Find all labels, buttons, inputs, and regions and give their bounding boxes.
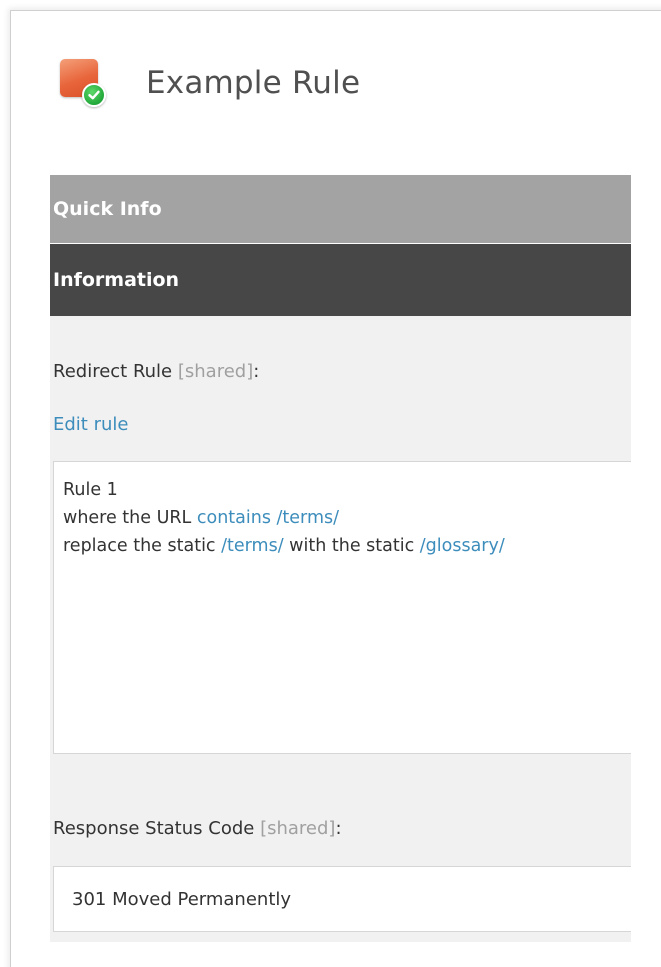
rule-action-line: replace the static /terms/ with the stat… <box>63 532 622 560</box>
condition-operator-link[interactable]: contains <box>197 508 271 528</box>
redirect-rule-icon <box>60 58 106 107</box>
label-colon: : <box>335 818 342 839</box>
rule-name: Rule 1 <box>63 480 118 500</box>
rule-condition-line: where the URL contains /terms/ <box>63 504 622 532</box>
page-title: Example Rule <box>146 64 361 101</box>
check-badge-icon <box>82 82 106 107</box>
redirect-rule-label-text: Redirect Rule <box>53 361 173 382</box>
action-prefix: replace the static <box>63 536 222 556</box>
shared-tag: [shared] <box>260 818 336 839</box>
action-mid: with the static <box>283 536 420 556</box>
information-section-header[interactable]: Information <box>50 244 631 316</box>
condition-prefix: where the URL <box>63 508 197 528</box>
quick-info-section-header[interactable]: Quick Info <box>50 175 631 243</box>
action-from-link[interactable]: /terms/ <box>221 536 283 556</box>
condition-value-link[interactable]: /terms/ <box>277 508 339 528</box>
redirect-rule-label: Redirect Rule [shared]: <box>53 361 259 382</box>
action-to-link[interactable]: /glossary/ <box>420 536 505 556</box>
response-status-label-text: Response Status Code <box>53 818 255 839</box>
edit-rule-link[interactable]: Edit rule <box>53 414 128 435</box>
rule-display-box[interactable]: Rule 1 where the URL contains /terms/ re… <box>53 461 631 754</box>
label-colon: : <box>253 361 260 382</box>
shared-tag: [shared] <box>177 361 254 382</box>
response-status-value: 301 Moved Permanently <box>72 888 292 910</box>
response-status-field[interactable]: 301 Moved Permanently <box>53 866 631 932</box>
information-section: Redirect Rule [shared]: Edit rule Rule 1… <box>50 316 631 942</box>
item-header: Example Rule <box>60 55 360 110</box>
response-status-label: Response Status Code [shared]: <box>53 818 342 839</box>
